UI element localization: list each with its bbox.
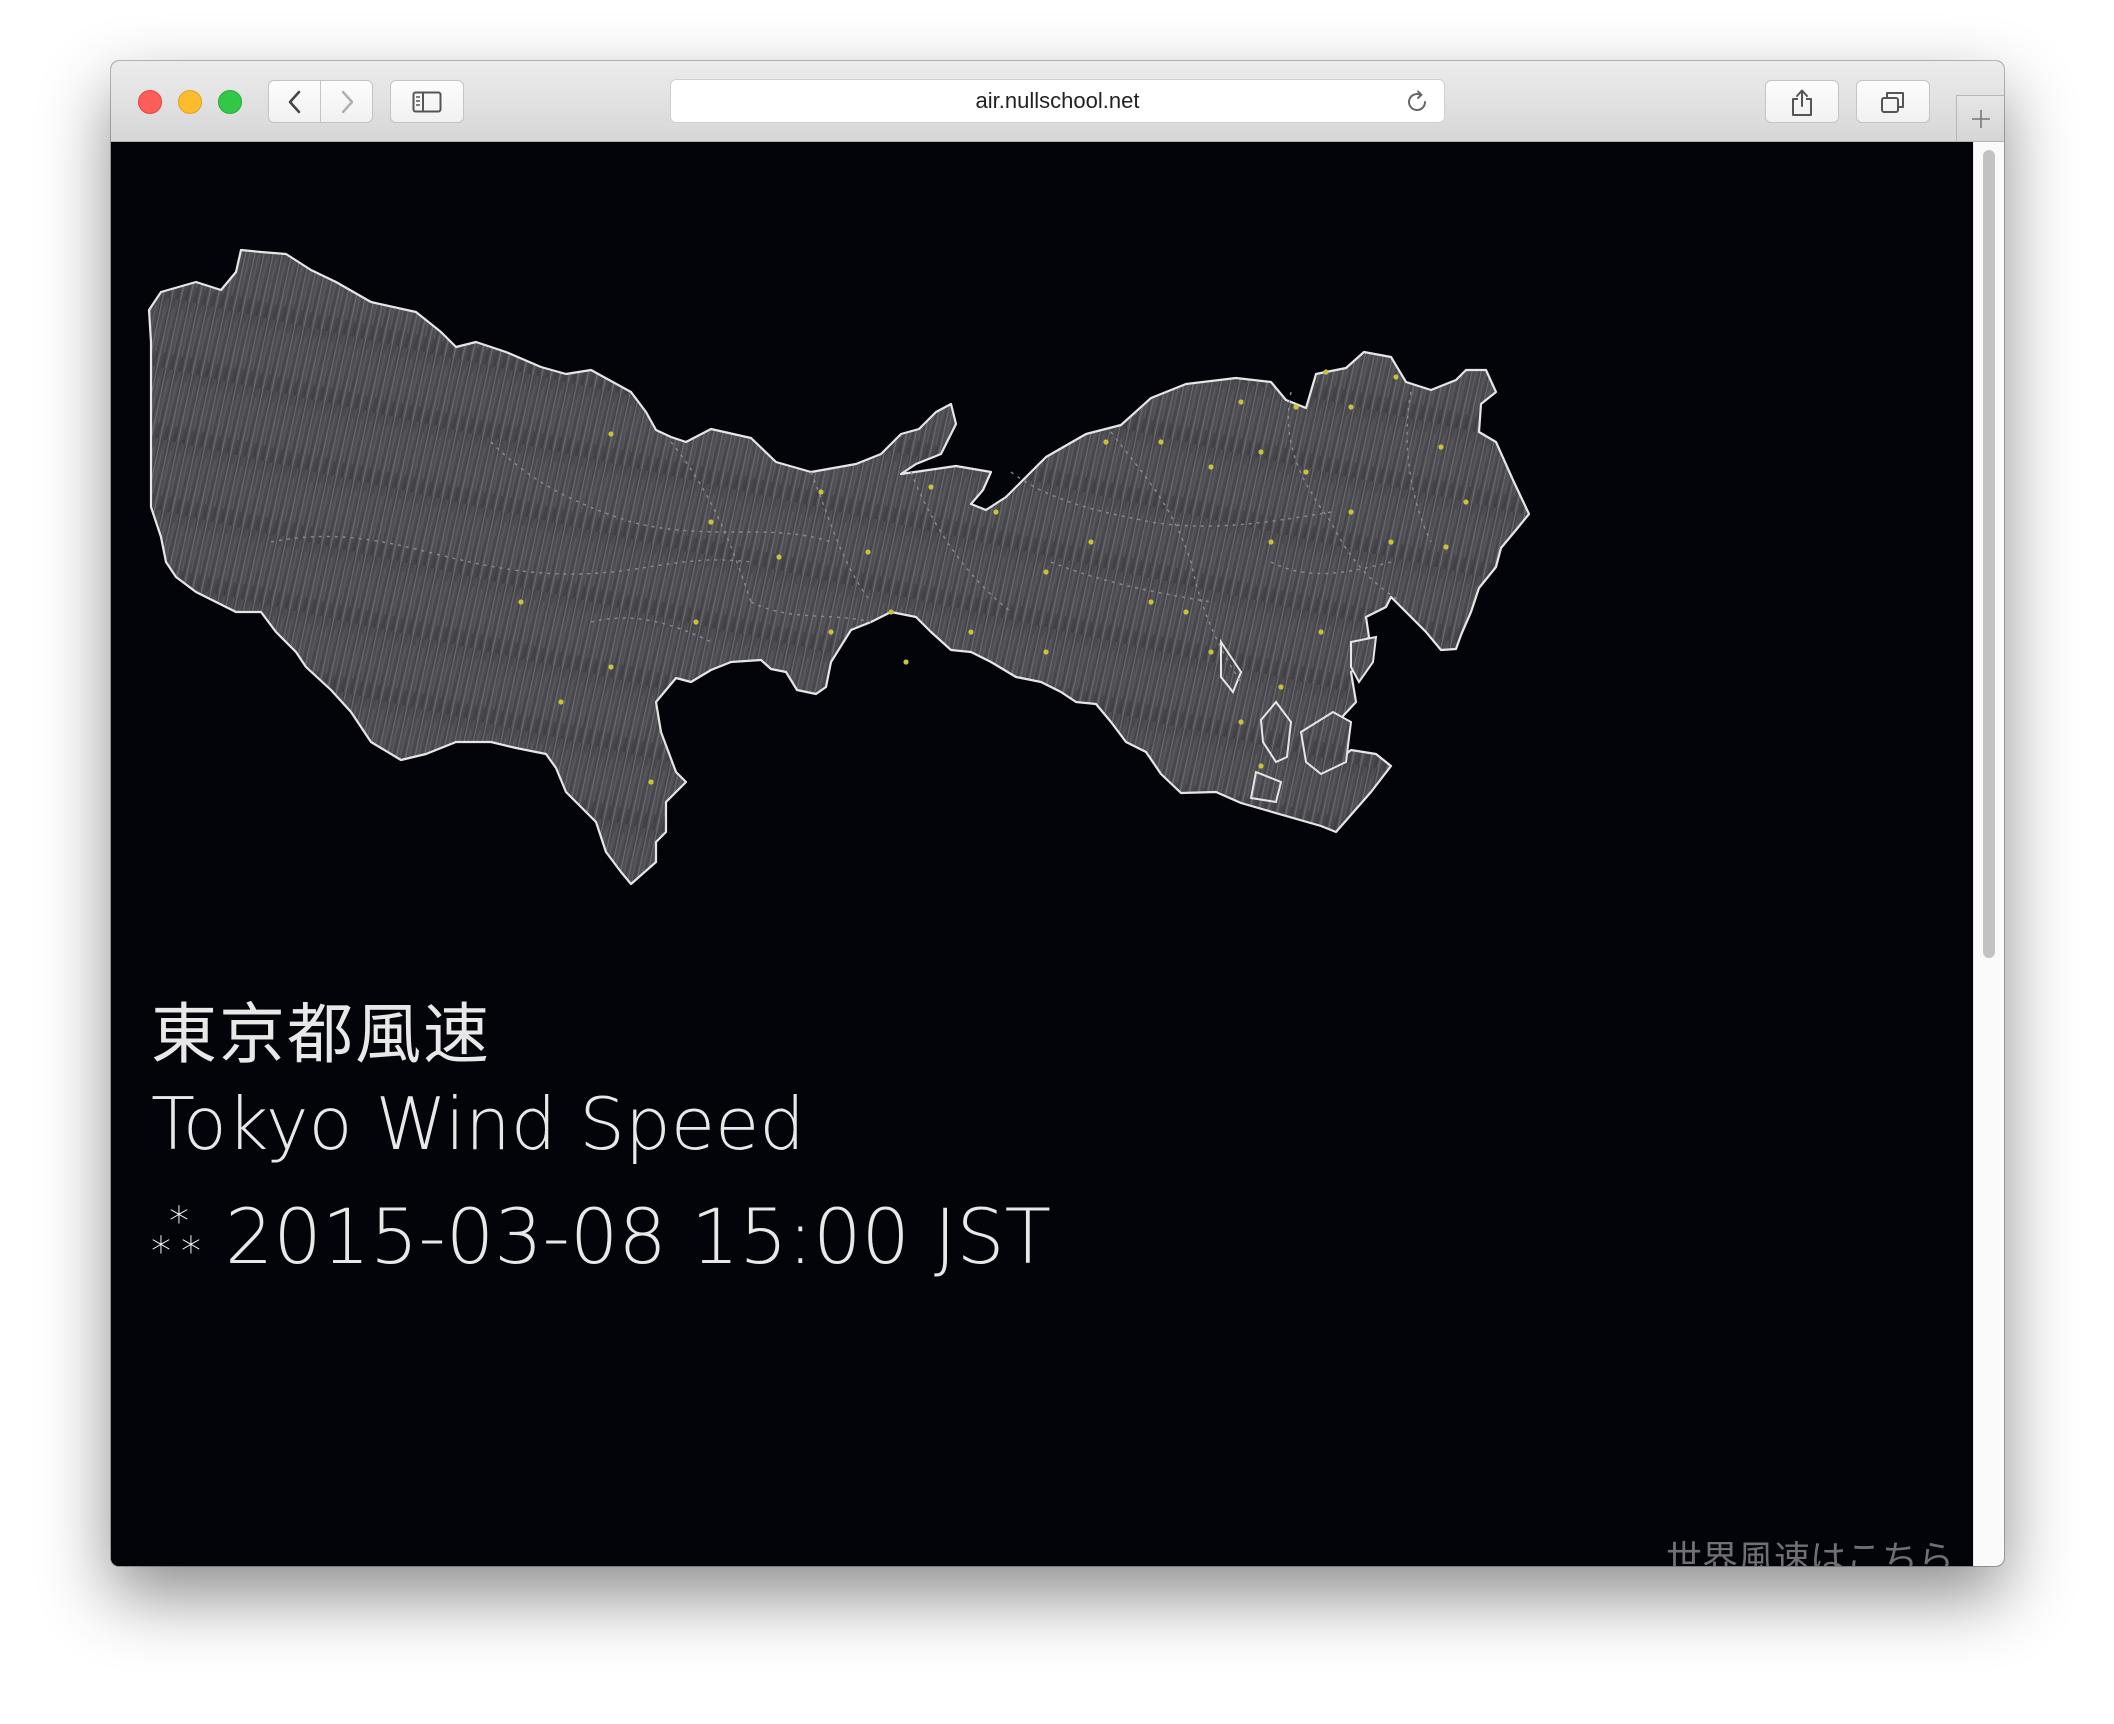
url-text: air.nullschool.net: [975, 88, 1140, 113]
datetime-row: * * * 2015-03-08 15:00 JST: [151, 1192, 1051, 1281]
tokyo-wind-map[interactable]: [111, 142, 1974, 1566]
tabs-overview-icon: [1881, 91, 1904, 113]
address-bar[interactable]: air.nullschool.net: [670, 79, 1445, 123]
scrollbar[interactable]: [1973, 142, 2004, 1566]
tokyo-map-shape: [147, 248, 1531, 886]
world-link-prefix: 世界風速は: [1665, 1539, 1846, 1566]
plus-icon: [1971, 109, 1990, 128]
page-title-japanese: 東京都風速: [151, 996, 491, 1073]
tab-overview-button[interactable]: [1856, 80, 1930, 123]
observation-datetime: 2015-03-08 15:00 JST: [225, 1192, 1052, 1281]
browser-toolbar: air.nullschool.net: [111, 61, 2004, 142]
sidebar-icon: [412, 91, 442, 112]
chevron-left-icon: [288, 90, 300, 113]
maximize-window-button[interactable]: [218, 90, 242, 114]
page-content: 東京都風速 Tokyo Wind Speed * * * 2015-03-08 …: [111, 142, 2004, 1566]
chevron-right-icon: [341, 90, 353, 113]
page-title-english: Tokyo Wind Speed: [151, 1082, 806, 1166]
browser-window: air.nullschool.net 東京都風速 Tokyo Wind Spee…: [111, 61, 2004, 1566]
bay-landfill-4: [1350, 635, 1378, 684]
share-button[interactable]: [1765, 80, 1839, 123]
stars-icon[interactable]: * * *: [151, 1202, 211, 1272]
close-window-button[interactable]: [138, 90, 162, 114]
reload-icon[interactable]: [1404, 89, 1430, 115]
back-button[interactable]: [268, 80, 321, 123]
forward-button[interactable]: [320, 80, 373, 123]
world-wind-link-row: 世界風速はこちら: [1666, 1530, 1954, 1566]
share-icon: [1792, 89, 1812, 116]
minimize-window-button[interactable]: [178, 90, 202, 114]
world-wind-link[interactable]: こちら: [1846, 1539, 1954, 1566]
sidebar-toggle-button[interactable]: [390, 80, 464, 123]
new-tab-button[interactable]: [1956, 95, 2004, 141]
scrollbar-thumb[interactable]: [1983, 150, 1995, 958]
